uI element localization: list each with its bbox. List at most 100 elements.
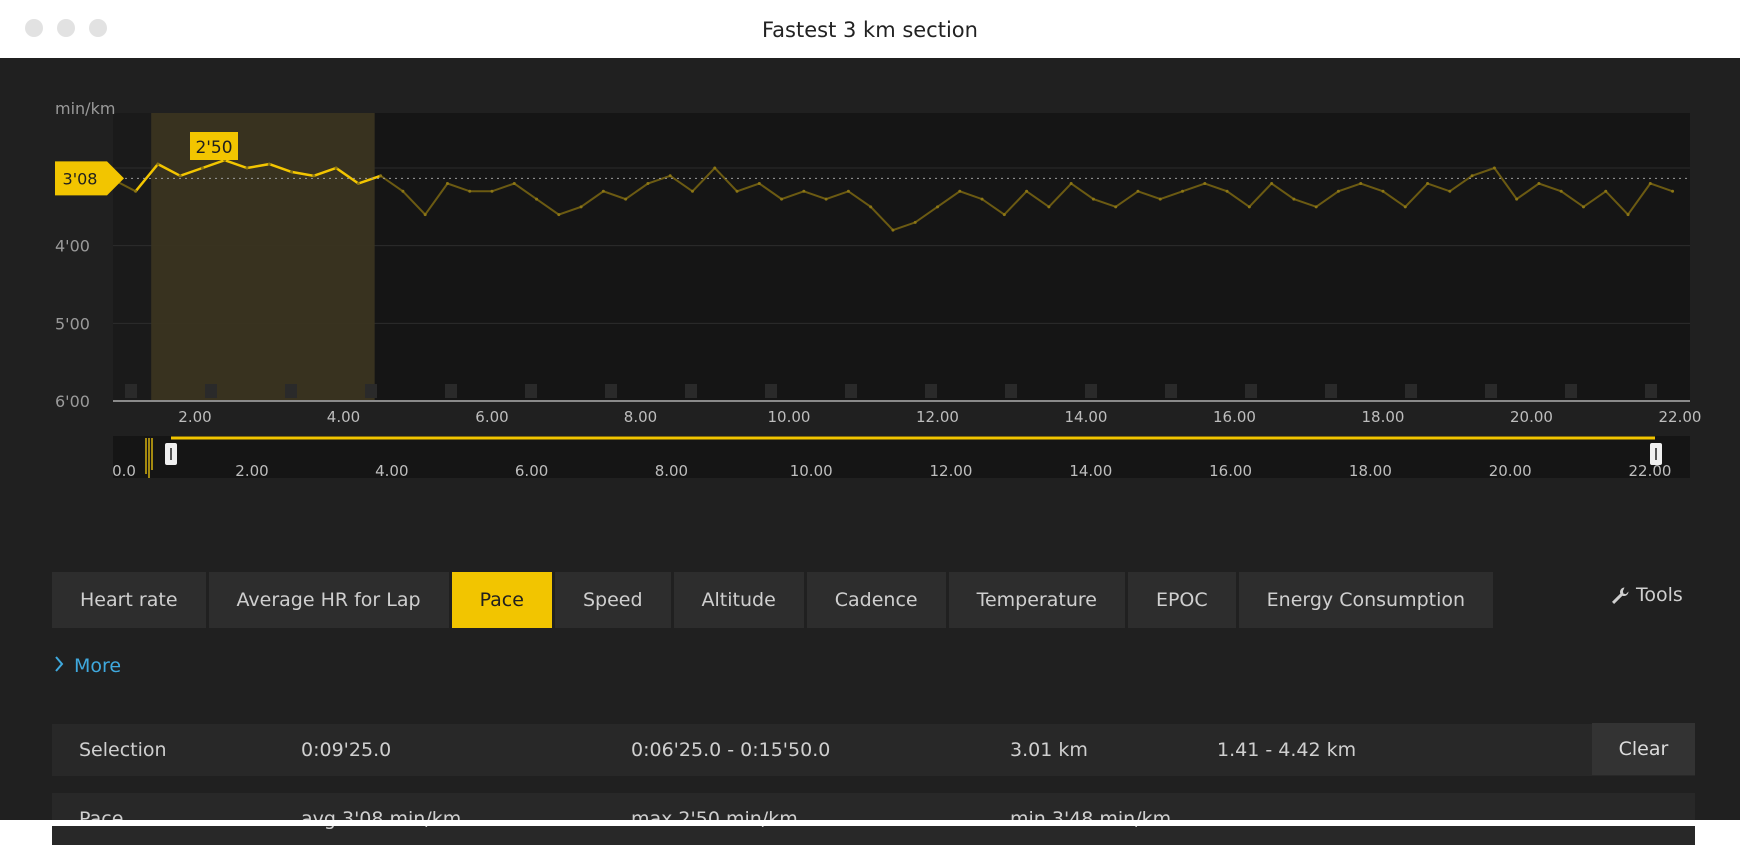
selection-label: Selection [79,739,167,761]
y-tick-label: 4'00 [55,237,90,256]
tab-altitude[interactable]: Altitude [673,572,804,628]
pace-data-point [780,197,784,201]
window-title: Fastest 3 km section [762,18,978,42]
pace-data-point [134,189,138,193]
tab-temperature[interactable]: Temperature [948,572,1125,628]
selection-region[interactable] [151,113,375,401]
pace-data-point [1002,213,1006,217]
pace-data-point [1158,197,1162,201]
pace-data-point [913,220,917,224]
pace-data-point [1671,189,1675,193]
pace-data-point [1047,205,1051,209]
lap-marker [1245,384,1257,398]
lap-marker [445,384,457,398]
pace-data-point [624,197,628,201]
pace-data-point [557,213,561,217]
pace-data-point [735,189,739,193]
tab-speed[interactable]: Speed [554,572,671,628]
pace-data-point [178,174,182,178]
pace-data-point [468,189,472,193]
navigator-tick-label: 8.00 [655,462,688,480]
pace-data-point [423,213,427,217]
pace-data-point [579,205,583,209]
pace-chart[interactable]: min/km 3'004'005'006'00 2.004.006.008.00… [0,58,1740,498]
pace-data-point [356,182,360,186]
navigator-tick-label: 16.00 [1209,462,1252,480]
pace-data-point [290,170,294,174]
pace-data-point [1091,197,1095,201]
lap-marker [205,384,217,398]
chevron-right-icon [54,655,64,677]
selection-distance-range: 1.41 - 4.42 km [1217,739,1357,761]
lap-marker [1085,384,1097,398]
pace-data-point [200,166,204,170]
pace-data-point [334,166,338,170]
tools-button[interactable]: Tools [1610,584,1683,606]
pace-data-point [267,162,271,166]
clear-selection-button[interactable]: Clear [1592,723,1695,775]
navigator-tick-label: 14.00 [1069,462,1112,480]
pace-data-point [1626,213,1630,217]
pace-data-point [1403,205,1407,209]
pace-data-point [802,189,806,193]
tab-energy-consumption[interactable]: Energy Consumption [1238,572,1494,628]
x-tick-label: 6.00 [475,408,508,426]
pace-avg: avg 3'08 min/km [301,808,462,830]
pace-data-point [1225,189,1229,193]
metric-tabs: Heart rate Average HR for Lap Pace Speed Alt… [52,572,1496,628]
wrench-icon [1612,587,1629,604]
selection-distance: 3.01 km [1010,739,1088,761]
pace-data-point [1314,205,1318,209]
pace-data-point [1181,189,1185,193]
lap-marker [1565,384,1577,398]
tools-label: Tools [1636,584,1683,606]
navigator-tick-label: 2.00 [235,462,268,480]
max-pace-marker: 2'50 [190,132,238,160]
pace-data-point [1136,189,1140,193]
tab-pace[interactable]: Pace [451,572,552,628]
x-tick-label: 18.00 [1362,408,1405,426]
app-window: Fastest 3 km section min/km 3'004'005'00… [0,0,1740,845]
pace-data-point [1470,174,1474,178]
pace-data-point [1648,182,1652,186]
lap-marker [285,384,297,398]
pace-data-point [757,182,761,186]
pace-data-point [601,189,605,193]
pace-data-point [1336,189,1340,193]
pace-data-point [1359,182,1363,186]
lap-marker [685,384,697,398]
tab-average-hr-for-lap[interactable]: Average HR for Lap [208,572,449,628]
pace-data-point [1292,197,1296,201]
pace-data-point [401,189,405,193]
pace-data-point [490,189,494,193]
tab-heart-rate[interactable]: Heart rate [52,572,206,628]
tab-epoc[interactable]: EPOC [1127,572,1236,628]
y-tick-label: 6'00 [55,392,90,411]
pace-data-point [535,197,539,201]
pace-data-point [846,189,850,193]
navigator-tick-label: 4.00 [375,462,408,480]
pace-data-point [312,174,316,178]
pace-data-point [1492,166,1496,170]
lap-marker [1645,384,1657,398]
pace-data-point [1515,197,1519,201]
pace-data-point [245,166,249,170]
x-tick-label: 2.00 [178,408,211,426]
tab-cadence[interactable]: Cadence [806,572,946,628]
lap-marker [125,384,137,398]
pace-data-point [512,182,516,186]
lap-marker [1165,384,1177,398]
x-tick-label: 8.00 [624,408,657,426]
pace-data-point [1604,189,1608,193]
y-tick-label: 5'00 [55,314,90,333]
pace-data-point [824,197,828,201]
range-navigator[interactable] [113,436,1690,478]
selection-row: Selection 0:09'25.0 0:06'25.0 - 0:15'50.… [52,724,1695,776]
more-toggle[interactable]: More [54,655,121,677]
navigator-tick-label: 6.00 [515,462,548,480]
avg-pace-label: 3'08 [63,169,98,188]
x-tick-label: 10.00 [768,408,811,426]
max-pace-label: 2'50 [195,138,232,158]
lap-marker [1405,384,1417,398]
x-tick-label: 14.00 [1065,408,1108,426]
